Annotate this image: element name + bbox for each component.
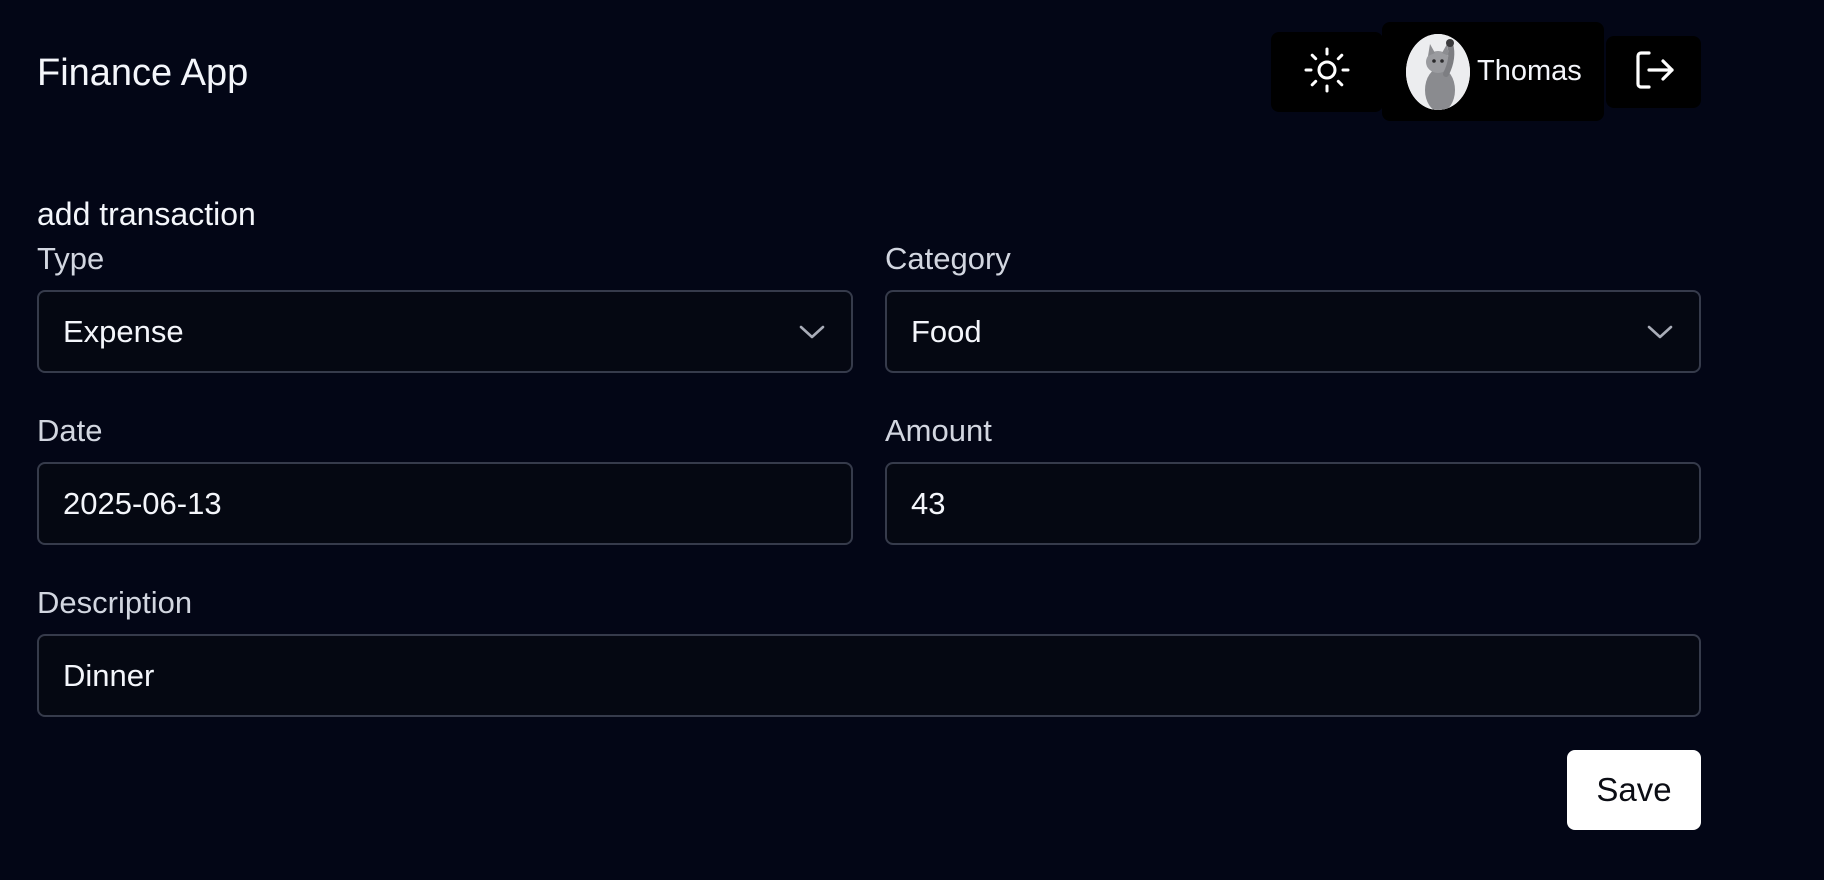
amount-label: Amount: [885, 413, 992, 448]
date-label: Date: [37, 413, 103, 448]
chevron-down-icon: [1647, 324, 1673, 340]
description-value: Dinner: [63, 657, 155, 693]
amount-input[interactable]: 43: [885, 462, 1701, 545]
category-select[interactable]: Food: [885, 290, 1701, 373]
type-select[interactable]: Expense: [37, 290, 853, 373]
amount-value: 43: [911, 485, 946, 521]
form-title: add transaction: [37, 196, 256, 232]
date-input[interactable]: 2025-06-13: [37, 462, 853, 545]
category-label: Category: [885, 241, 1011, 276]
category-value: Food: [911, 313, 982, 349]
user-name: Thomas: [1477, 55, 1582, 87]
description-label: Description: [37, 585, 193, 620]
chevron-down-icon: [799, 324, 825, 340]
logout-button[interactable]: [1606, 36, 1701, 108]
type-label: Type: [37, 241, 105, 276]
page: Finance App Thomas add transaction Type …: [0, 0, 1824, 880]
theme-toggle-button[interactable]: [1271, 32, 1383, 112]
date-value: 2025-06-13: [63, 485, 222, 521]
description-input[interactable]: Dinner: [37, 634, 1701, 717]
save-button[interactable]: Save: [1567, 750, 1701, 830]
avatar: [1406, 33, 1470, 110]
app-title: Finance App: [37, 52, 249, 94]
logout-icon: [1632, 48, 1676, 97]
user-menu-button[interactable]: Thomas: [1382, 22, 1604, 121]
sun-icon: [1303, 46, 1351, 99]
type-value: Expense: [63, 313, 184, 349]
